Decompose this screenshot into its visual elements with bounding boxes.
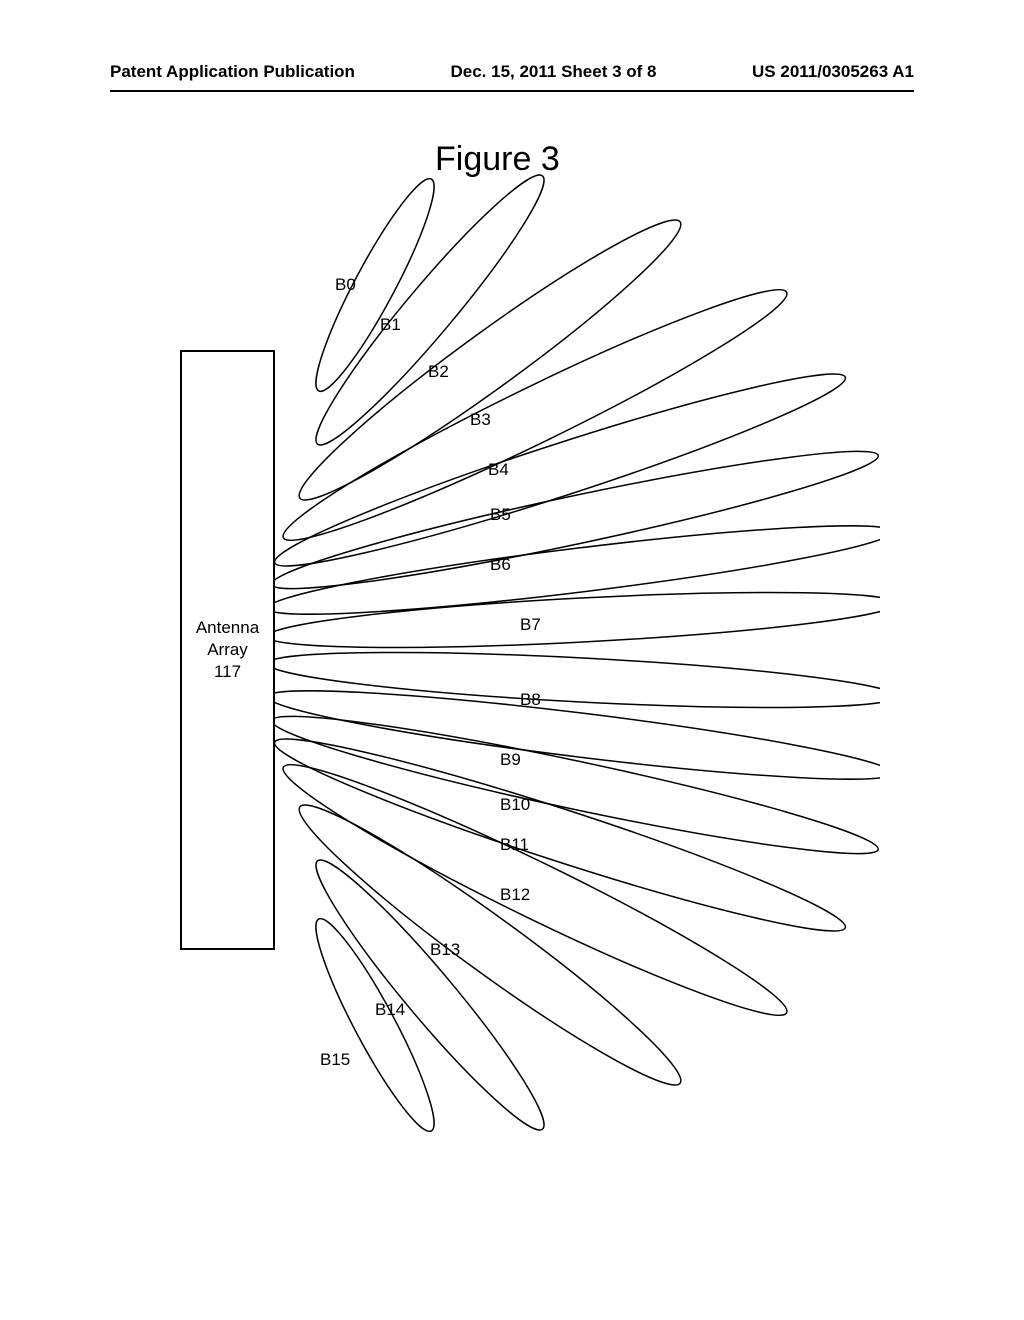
beam-label-b14: B14: [375, 1000, 405, 1020]
beam-label-b9: B9: [500, 750, 521, 770]
header-center: Dec. 15, 2011 Sheet 3 of 8: [450, 62, 656, 82]
antenna-label-1: Antenna: [196, 617, 259, 639]
beam-label-b6: B6: [490, 555, 511, 575]
header-left: Patent Application Publication: [110, 62, 355, 82]
antenna-label-3: 117: [214, 661, 241, 683]
diagram-container: Antenna Array 117 B0 B1 B2 B3 B4 B5 B6 B…: [180, 170, 880, 1210]
beam-label-b0: B0: [335, 275, 356, 295]
beam-label-b11: B11: [500, 835, 529, 855]
beam-label-b2: B2: [428, 362, 449, 382]
beam-label-b4: B4: [488, 460, 509, 480]
beam-label-b3: B3: [470, 410, 491, 430]
header-right: US 2011/0305263 A1: [752, 62, 914, 82]
beam-label-b15: B15: [320, 1050, 350, 1070]
beam-label-b12: B12: [500, 885, 530, 905]
antenna-array-box: Antenna Array 117: [180, 350, 275, 950]
beam-label-b13: B13: [430, 940, 460, 960]
antenna-label-2: Array: [207, 639, 248, 661]
beam-label-b8: B8: [520, 690, 541, 710]
beam-label-b7: B7: [520, 615, 541, 635]
beam-label-b1: B1: [380, 315, 401, 335]
beam-label-b5: B5: [490, 505, 511, 525]
beam-label-b10: B10: [500, 795, 530, 815]
header-rule: [110, 90, 914, 92]
